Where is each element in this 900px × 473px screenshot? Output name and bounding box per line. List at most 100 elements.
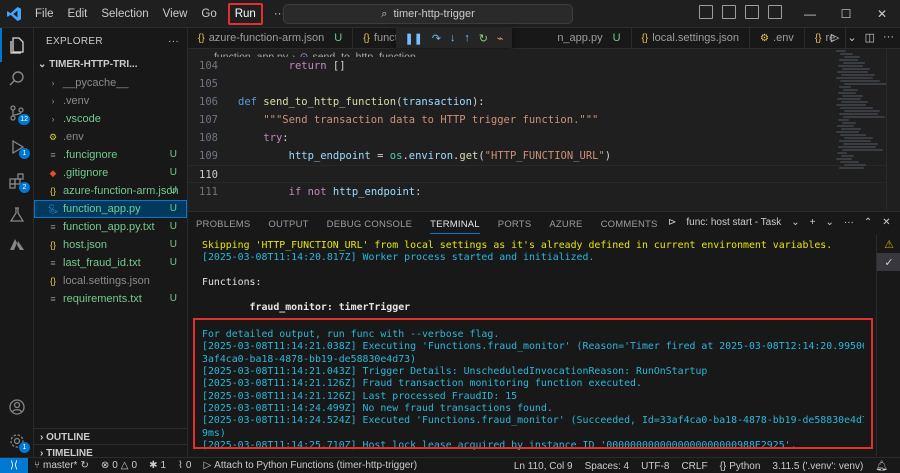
disconnect-icon[interactable]: ⌁	[497, 32, 504, 45]
chevron-down-icon[interactable]: ⌄	[825, 217, 833, 228]
editor-scrollbar[interactable]	[886, 49, 900, 210]
line-number: 104	[199, 60, 218, 72]
maximize-icon[interactable]: ☐	[828, 0, 864, 28]
code-line[interactable]: 105	[188, 75, 900, 93]
attach-label: Attach to Python Functions (timer-http-t…	[214, 460, 418, 471]
notifications-bell-icon[interactable]: 🔔︎	[869, 461, 894, 472]
cursor-position[interactable]: Ln 110, Col 9	[508, 461, 579, 472]
menu-view[interactable]: View	[156, 3, 195, 25]
file-tree-item[interactable]: 🐍︎ function_app.py U	[34, 200, 187, 218]
extensions-icon[interactable]: 2	[0, 164, 34, 198]
explorer-icon[interactable]	[0, 28, 34, 62]
file-tree-item[interactable]: ≡ requirements.txt U	[34, 290, 187, 308]
minimap-line	[838, 65, 863, 67]
file-tree-item[interactable]: › .venv	[34, 92, 187, 110]
run-file-icon[interactable]: ▷	[831, 31, 839, 44]
step-over-icon[interactable]: ↷	[432, 32, 441, 45]
code-line[interactable]: 110	[188, 165, 900, 183]
close-panel-icon[interactable]: ✕	[882, 217, 890, 228]
close-icon[interactable]: ✕	[864, 0, 900, 28]
toggle-panel-icon[interactable]	[722, 5, 736, 19]
editor-tab[interactable]: n_app.py U	[547, 28, 632, 48]
code-line[interactable]: 104 return []	[188, 57, 900, 75]
panel-tab-comments[interactable]: COMMENTS	[601, 219, 658, 230]
encoding[interactable]: UTF-8	[635, 461, 675, 472]
new-terminal-icon[interactable]: +	[810, 217, 816, 228]
remote-icon[interactable]: ⟩⟨	[0, 457, 28, 473]
file-tree-item[interactable]: {} azure-function-arm.json U	[34, 182, 187, 200]
remote-status[interactable]: ✱ 1	[143, 460, 172, 471]
code-line[interactable]: 108 try:	[188, 129, 900, 147]
code-line[interactable]: 106 def send_to_http_function(transaction…	[188, 93, 900, 111]
testing-icon[interactable]	[0, 198, 34, 232]
code-line[interactable]: 107 """Send transaction data to HTTP tri…	[188, 111, 900, 129]
ports-status[interactable]: ⌇ 0	[172, 460, 197, 471]
minimap-line	[842, 68, 870, 70]
minimap[interactable]	[836, 49, 887, 210]
file-tree-item[interactable]: ≡ .funcignore U	[34, 146, 187, 164]
branch-status[interactable]: ⑂ master* ↻	[28, 460, 95, 471]
menu-go[interactable]: Go	[194, 3, 223, 25]
source-control-icon[interactable]: 12	[0, 96, 34, 130]
toggle-secondary-sidebar-icon[interactable]	[745, 5, 759, 19]
step-out-icon[interactable]: ↑	[464, 32, 470, 44]
editor-more-icon[interactable]: ···	[883, 31, 894, 44]
terminal-task-label[interactable]: func: host start - Task	[686, 217, 781, 228]
explorer-more-icon[interactable]: ···	[168, 28, 179, 56]
tab-file-icon: ⚙	[760, 33, 770, 44]
azure-icon[interactable]	[0, 228, 34, 262]
menu-run[interactable]: Run	[227, 2, 263, 25]
menu-file[interactable]: File	[28, 3, 61, 25]
editor-tab[interactable]: {} azure-function-arm.json U	[188, 28, 354, 48]
file-tree-item[interactable]: ◆ .gitignore U	[34, 164, 187, 182]
code-line[interactable]: 109 http_endpoint = os.environ.get("HTTP…	[188, 147, 900, 165]
workspace-root[interactable]: ⌄ TIMER-HTTP-TRI...	[34, 56, 187, 74]
run-debug-icon[interactable]: 1	[0, 130, 34, 164]
pause-icon[interactable]: ❚❚	[404, 32, 422, 45]
file-tree-item[interactable]: ≡ function_app.py.txt U	[34, 218, 187, 236]
menu-selection[interactable]: Selection	[94, 3, 155, 25]
command-center-search[interactable]: ⌕ timer-http-trigger	[283, 4, 573, 24]
end-of-line[interactable]: CRLF	[675, 461, 713, 472]
language-mode[interactable]: {} Python	[714, 461, 767, 472]
debug-attach-status[interactable]: ▷ Attach to Python Functions (timer-http…	[197, 460, 423, 471]
code-editor[interactable]: 104 return [] 105 106 def send_to_http_func…	[188, 57, 900, 201]
file-tree-item[interactable]: {} host.json U	[34, 236, 187, 254]
line-number: 107	[199, 114, 218, 126]
check-icon[interactable]: ✓	[877, 253, 900, 271]
code-line[interactable]: 111 if not http_endpoint:	[188, 183, 900, 201]
panel-tab-problems[interactable]: PROBLEMS	[196, 219, 250, 230]
problems-status[interactable]: ⊗ 0 △ 0	[95, 460, 143, 471]
split-editor-icon[interactable]: ◫	[865, 31, 875, 44]
warning-icon[interactable]: ⚠	[877, 235, 900, 253]
git-status-badge: U	[169, 257, 177, 268]
restart-icon[interactable]: ↻	[479, 32, 488, 45]
panel-more-icon[interactable]: ···	[844, 217, 854, 228]
accounts-icon[interactable]	[0, 390, 34, 424]
minimize-icon[interactable]: —	[792, 0, 828, 28]
python-interpreter[interactable]: 3.11.5 ('.venv': venv)	[766, 461, 869, 472]
search-sidebar-icon[interactable]	[0, 62, 34, 96]
file-tree-item[interactable]: › __pycache__	[34, 74, 187, 92]
editor-tab[interactable]: {} local.settings.json	[632, 28, 751, 48]
customize-layout-icon[interactable]	[768, 5, 782, 19]
toggle-sidebar-icon[interactable]	[699, 5, 713, 19]
panel-tab-output[interactable]: OUTPUT	[268, 219, 308, 230]
panel-tab-debug-console[interactable]: DEBUG CONSOLE	[327, 219, 412, 230]
code-text: try:	[263, 132, 289, 144]
file-tree-item[interactable]: {} local.settings.json	[34, 272, 187, 290]
manage-gear-icon[interactable]: 1	[0, 424, 34, 458]
chevron-down-icon[interactable]: ⌄	[791, 217, 799, 228]
file-tree-item[interactable]: ≡ last_fraud_id.txt U	[34, 254, 187, 272]
step-into-icon[interactable]: ↓	[450, 32, 456, 44]
menu-edit[interactable]: Edit	[61, 3, 95, 25]
panel-tab-ports[interactable]: PORTS	[498, 219, 532, 230]
maximize-panel-icon[interactable]: ⌃	[864, 217, 872, 228]
editor-tab[interactable]: ⚙ .env	[750, 28, 805, 48]
panel-tab-terminal[interactable]: TERMINAL	[430, 219, 480, 234]
file-tree-item[interactable]: › .vscode	[34, 110, 187, 128]
panel-tab-azure[interactable]: AZURE	[549, 219, 582, 230]
file-tree-item[interactable]: ⚙ .env	[34, 128, 187, 146]
run-dropdown-icon[interactable]: ⌄	[847, 31, 856, 44]
indentation[interactable]: Spaces: 4	[579, 461, 635, 472]
